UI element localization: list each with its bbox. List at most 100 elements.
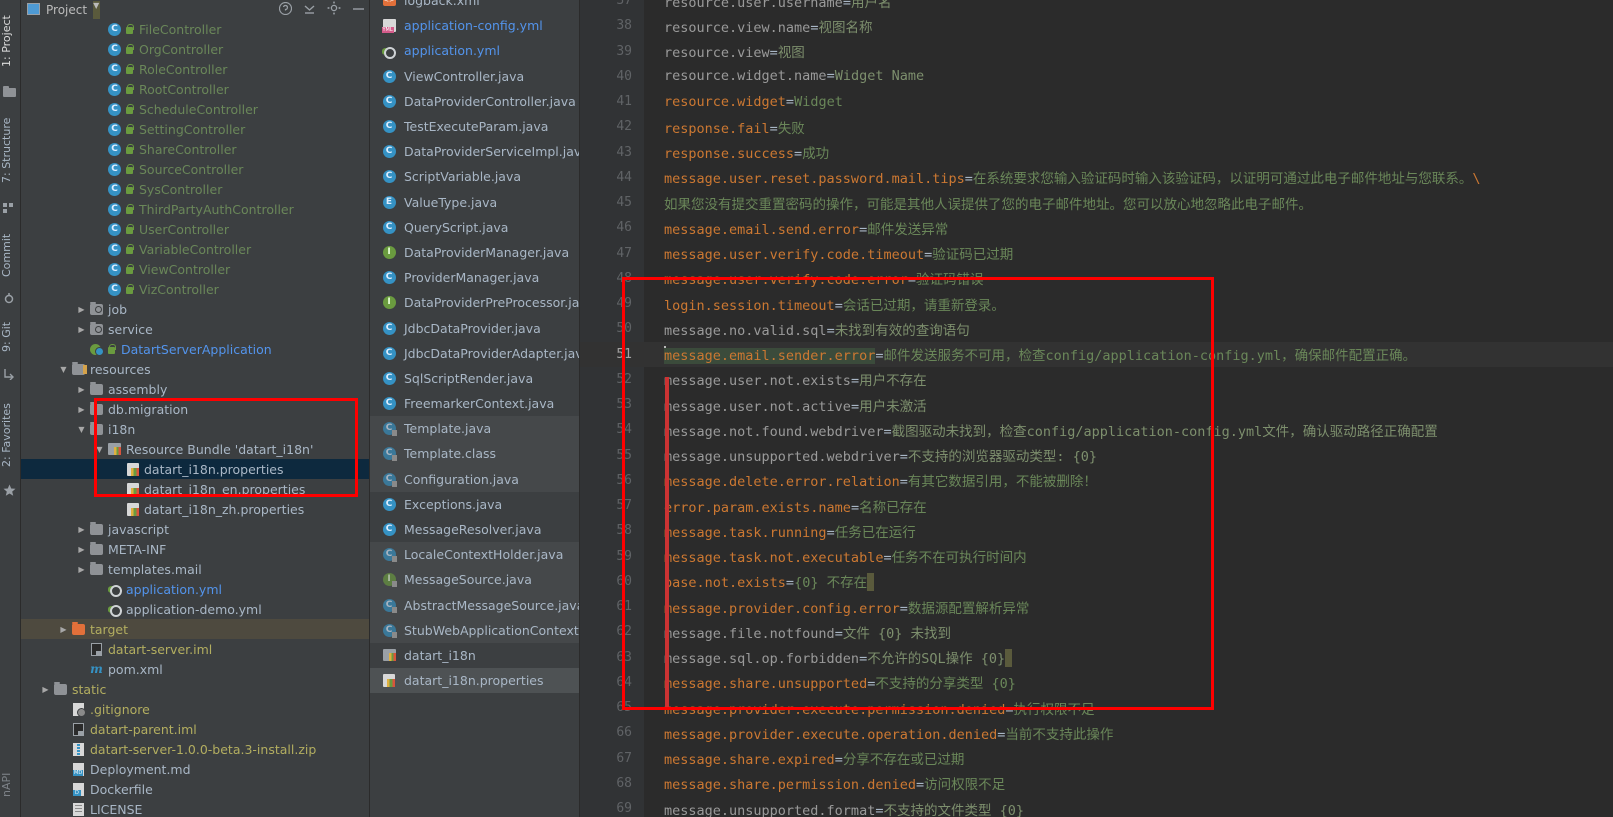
tree-node-service[interactable]: ▶ service <box>21 319 369 339</box>
tree-node-db-migration[interactable]: ▶ db.migration <box>21 399 369 419</box>
tool-tab-napi[interactable]: nAPI <box>0 760 21 810</box>
tree-node-rootcontroller[interactable]: C RootController <box>21 79 369 99</box>
code-line[interactable]: 63 message.sql.op.forbidden=不允许的SQL操作 {0} <box>580 645 1613 670</box>
tree-node-datart-parent-iml[interactable]: datart-parent.iml <box>21 719 369 739</box>
chevron-right-icon[interactable]: ▶ <box>75 305 88 314</box>
list-item[interactable]: C Template.java <box>370 416 579 442</box>
tree-node-templates-mail[interactable]: ▶ templates.mail <box>21 559 369 579</box>
tree-node-i18n[interactable]: ▼ i18n <box>21 419 369 439</box>
tree-node-gitignore[interactable]: .gitignore <box>21 699 369 719</box>
list-item[interactable]: C StubWebApplicationContext.java <box>370 617 579 643</box>
tree-node-resources[interactable]: ▼ resources <box>21 359 369 379</box>
tree-node-datart-i18n-zh-properties[interactable]: datart_i18n_zh.properties <box>21 499 369 519</box>
tree-node-license[interactable]: LICENSE <box>21 799 369 817</box>
list-item[interactable]: C LocaleContextHolder.java <box>370 542 579 568</box>
list-item[interactable]: I DataProviderManager.java <box>370 240 579 265</box>
chevron-right-icon[interactable]: ▶ <box>75 405 88 414</box>
chevron-right-icon[interactable]: ▶ <box>75 565 88 574</box>
tree-node-job[interactable]: ▶ job <box>21 299 369 319</box>
code-line[interactable]: 43 response.success=成功 <box>580 140 1613 165</box>
tree-node-resource-bundle-datart-i18n[interactable]: ▼ Resource Bundle 'datart_i18n' <box>21 439 369 459</box>
tree-node-usercontroller[interactable]: C UserController <box>21 219 369 239</box>
chevron-right-icon[interactable]: ▶ <box>57 625 70 634</box>
tool-tab-structure[interactable]: 7: Structure <box>0 105 21 195</box>
code-line[interactable]: 55 message.unsupported.webdriver=不支持的浏览器驱… <box>580 443 1613 468</box>
chevron-down-icon[interactable]: ▼ <box>75 425 88 434</box>
list-item[interactable]: I DataProviderPreProcessor.java <box>370 290 579 315</box>
tool-tab-project[interactable]: 1: Project <box>0 2 21 80</box>
chevron-down-icon[interactable]: ▼ <box>93 445 106 454</box>
tree-node-pom-xml[interactable]: m pom.xml <box>21 659 369 679</box>
tree-node-application-demo-yml[interactable]: application-demo.yml <box>21 599 369 619</box>
list-item[interactable]: C ProviderManager.java <box>370 265 579 290</box>
tree-node-sourcecontroller[interactable]: C SourceController <box>21 159 369 179</box>
tree-node-application-yml[interactable]: application.yml <box>21 579 369 599</box>
code-line[interactable]: 56 message.delete.error.relation=有其它数据引用，… <box>580 468 1613 493</box>
tree-node-deployment-md[interactable]: Deployment.md <box>21 759 369 779</box>
tree-node-javascript[interactable]: ▶ javascript <box>21 519 369 539</box>
code-line[interactable]: 58 message.task.running=任务已在运行 <box>580 518 1613 543</box>
tree-node-assembly[interactable]: ▶ assembly <box>21 379 369 399</box>
tree-node-thirdpartyauthcontroller[interactable]: C ThirdPartyAuthController <box>21 199 369 219</box>
code-line[interactable]: 47 message.user.verify.code.timeout=验证码已过… <box>580 241 1613 266</box>
list-item[interactable]: C Exceptions.java <box>370 492 579 517</box>
code-line[interactable]: 44 message.user.reset.password.mail.tips=… <box>580 165 1613 190</box>
tree-node-datart-server-1-0-0-beta-3-install-zip[interactable]: datart-server-1.0.0-beta.3-install.zip <box>21 739 369 759</box>
code-line[interactable]: 68 message.share.permission.denied=访问权限不足 <box>580 771 1613 796</box>
tool-tab-favorites[interactable]: 2: Favorites <box>0 392 21 478</box>
code-line[interactable]: 45 如果您没有提交重置密码的操作，可能是其他人误提供了您的电子邮件地址。您可以放… <box>580 190 1613 215</box>
chevron-right-icon[interactable]: ▶ <box>75 325 88 334</box>
tree-node-settingcontroller[interactable]: C SettingController <box>21 119 369 139</box>
tree-node-filecontroller[interactable]: C FileController <box>21 19 369 39</box>
list-item[interactable]: C ScriptVariable.java <box>370 164 579 189</box>
code-line[interactable]: 61 message.provider.config.error=数据源配置解析异… <box>580 594 1613 619</box>
code-line[interactable]: 52 message.user.not.exists=用户不存在 <box>580 367 1613 392</box>
list-item[interactable]: C JdbcDataProvider.java <box>370 315 579 340</box>
code-line[interactable]: 53 message.user.not.active=用户未激活 <box>580 392 1613 417</box>
chevron-right-icon[interactable]: ▶ <box>39 685 52 694</box>
list-item[interactable]: C DataProviderServiceImpl.java <box>370 139 579 164</box>
file-list[interactable]: <> logback.xml application-config.yml appli… <box>370 0 579 694</box>
code-line[interactable]: 62 message.file.notfound=文件 {0} 未找到 <box>580 619 1613 644</box>
collapse-all-icon[interactable] <box>303 2 316 18</box>
code-line[interactable]: 59 message.task.not.executable=任务不在可执行时间内 <box>580 544 1613 569</box>
code-line[interactable]: 37 resource.user.username=用户名 <box>580 0 1613 13</box>
tree-node-target[interactable]: ▶ target <box>21 619 369 639</box>
tree-node-datartserverapplication[interactable]: DatartServerApplication <box>21 339 369 359</box>
tree-node-datart-i18n-en-properties[interactable]: datart_i18n_en.properties <box>21 479 369 499</box>
code-line[interactable]: 49 login.session.timeout=会话已过期，请重新登录。 <box>580 291 1613 316</box>
list-item[interactable]: C QueryScript.java <box>370 215 579 240</box>
code-line[interactable]: 38 resource.view.name=视图名称 <box>580 13 1613 38</box>
chevron-down-icon[interactable]: ▼ <box>57 365 70 374</box>
tree-node-static[interactable]: ▶ static <box>21 679 369 699</box>
tree-node-dockerfile[interactable]: Dockerfile <box>21 779 369 799</box>
list-item[interactable]: datart_i18n <box>370 643 579 668</box>
tree-node-orgcontroller[interactable]: C OrgController <box>21 39 369 59</box>
vcs-change-marker[interactable] <box>665 377 669 710</box>
tree-node-datart-server-iml[interactable]: datart-server.iml <box>21 639 369 659</box>
code-line[interactable]: 65 message.provider.execute.permission.de… <box>580 695 1613 720</box>
tree-node-schedulecontroller[interactable]: C ScheduleController <box>21 99 369 119</box>
help-icon[interactable] <box>278 1 293 18</box>
list-item[interactable]: application-config.yml <box>370 13 579 38</box>
tree-node-rolecontroller[interactable]: C RoleController <box>21 59 369 79</box>
code-line[interactable]: 64 message.share.unsupported=不支持的分享类型 {0} <box>580 670 1613 695</box>
chevron-down-icon[interactable]: ▼ <box>93 0 101 19</box>
list-item[interactable]: C MessageResolver.java <box>370 517 579 542</box>
project-tree[interactable]: C FileController C OrgController C RoleContro… <box>21 19 369 817</box>
list-item[interactable]: application.yml <box>370 38 579 63</box>
list-item[interactable]: C AbstractMessageSource.java <box>370 592 579 618</box>
code-line[interactable]: 54 message.not.found.webdriver=截图驱动未找到，检查… <box>580 417 1613 442</box>
code-line[interactable]: 69 message.unsupported.format=不支持的文件类型 {0… <box>580 796 1613 817</box>
editor-code-area[interactable]: 37 resource.user.username=用户名 38 resource.v… <box>580 0 1613 817</box>
code-line[interactable]: 40 resource.widget.name=Widget Name <box>580 64 1613 89</box>
list-item[interactable]: C DataProviderController.java <box>370 89 579 114</box>
tree-node-datart-i18n-properties[interactable]: datart_i18n.properties <box>21 459 369 479</box>
tree-node-vizcontroller[interactable]: C VizController <box>21 279 369 299</box>
minimize-icon[interactable] <box>352 2 365 18</box>
code-line[interactable]: 50 message.no.valid.sql=未找到有效的查询语句 <box>580 316 1613 341</box>
list-item[interactable]: C FreemarkerContext.java <box>370 391 579 416</box>
tool-tab-commit[interactable]: Commit <box>0 222 21 288</box>
tree-node-meta-inf[interactable]: ▶ META-INF <box>21 539 369 559</box>
gear-icon[interactable] <box>327 1 341 18</box>
